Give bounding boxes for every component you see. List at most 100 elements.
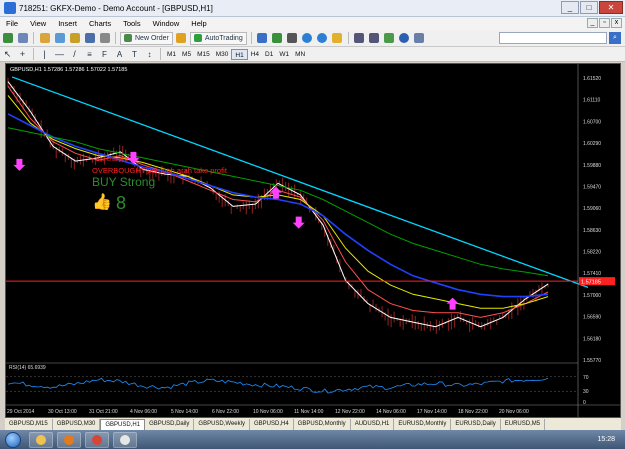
- time-tick-label: 4 Nov 06:00: [130, 409, 157, 415]
- navigator-icon[interactable]: [68, 32, 81, 45]
- annotation-buy-strong: BUY Strong: [92, 175, 155, 189]
- autotrading-button[interactable]: AutoTrading: [189, 31, 247, 45]
- browser-taskbar-icon[interactable]: [85, 431, 109, 448]
- indicators-icon[interactable]: [383, 32, 396, 45]
- menu-file[interactable]: File: [0, 19, 24, 28]
- timeframe-h4[interactable]: H4: [248, 49, 262, 60]
- horizontal-line-icon[interactable]: —: [53, 48, 66, 61]
- mdi-minimize-button[interactable]: _: [587, 18, 598, 28]
- tab-gbpusd-daily[interactable]: GBPUSD,Daily: [145, 418, 195, 430]
- menu-tools[interactable]: Tools: [117, 19, 147, 28]
- media-player-taskbar-icon[interactable]: [57, 431, 81, 448]
- fibonacci-icon[interactable]: F: [98, 48, 111, 61]
- auto-scroll-icon[interactable]: [353, 32, 366, 45]
- terminal-icon[interactable]: [83, 32, 96, 45]
- start-button-icon[interactable]: [5, 431, 21, 448]
- annotation-small: DLL Change 8: [96, 157, 128, 163]
- tab-gbpusd-monthly[interactable]: GBPUSD,Monthly: [293, 418, 351, 430]
- menu-insert[interactable]: Insert: [52, 19, 83, 28]
- search-icon[interactable]: ⌕: [609, 32, 621, 44]
- crosshair-icon[interactable]: +: [16, 48, 29, 61]
- menu-charts[interactable]: Charts: [83, 19, 117, 28]
- current-price-label: 1.57185: [581, 280, 601, 286]
- price-tick-label: 1.57000: [583, 293, 601, 299]
- periods-icon[interactable]: [398, 32, 411, 45]
- timeframe-w1[interactable]: W1: [276, 49, 292, 60]
- tab-gbpusd-m15[interactable]: GBPUSD,M15: [5, 418, 53, 430]
- rsi-tick-label: 70: [583, 375, 589, 381]
- arrows-icon[interactable]: ↕: [143, 48, 156, 61]
- time-tick-label: 18 Nov 22:00: [458, 409, 488, 415]
- tab-gbpusd-weekly[interactable]: GBPUSD,Weekly: [194, 418, 250, 430]
- time-tick-label: 6 Nov 22:00: [212, 409, 239, 415]
- drawing-toolbar: ↖ + | — / ≡ F A T ↕ M1 M5 M15 M30 H1 H4 …: [0, 47, 625, 62]
- data-window-icon[interactable]: [53, 32, 66, 45]
- price-tick-label: 1.60290: [583, 141, 601, 147]
- metatrader-taskbar-icon[interactable]: [113, 431, 137, 448]
- search-input[interactable]: [499, 32, 607, 44]
- maximize-button[interactable]: □: [580, 1, 598, 14]
- ma-yellow-line: [7, 95, 549, 309]
- timeframe-m1[interactable]: M1: [164, 49, 179, 60]
- zoom-out-icon[interactable]: [316, 32, 329, 45]
- timeframe-mn[interactable]: MN: [292, 49, 308, 60]
- price-chart[interactable]: 1.57185 1.61520 1.61110 1.60700 1.60290 1.598…: [6, 64, 620, 417]
- signal-arrow-icon: [292, 216, 305, 229]
- tab-gbpusd-h1[interactable]: GBPUSD,H1: [100, 418, 146, 430]
- annotation-overbought: OVERBOUGHT perubah arah take profit: [92, 166, 228, 175]
- chart-info-label: GBPUSD,H1 1.57286 1.57286 1.57022 1.5718…: [10, 67, 128, 73]
- mdi-close-button[interactable]: x: [611, 18, 622, 28]
- price-tick-label: 1.59880: [583, 163, 601, 169]
- time-tick-label: 10 Nov 06:00: [253, 409, 283, 415]
- text-label-icon[interactable]: T: [128, 48, 141, 61]
- rsi-tick-label: 30: [583, 389, 589, 395]
- price-tick-label: 1.56590: [583, 315, 601, 321]
- line-chart-icon[interactable]: [286, 32, 299, 45]
- zoom-in-icon[interactable]: [301, 32, 314, 45]
- timeframe-m15[interactable]: M15: [194, 49, 213, 60]
- tab-eurusd-daily[interactable]: EURUSD,Daily: [451, 418, 501, 430]
- text-icon[interactable]: A: [113, 48, 126, 61]
- timeframe-d1[interactable]: D1: [262, 49, 276, 60]
- time-tick-label: 11 Nov 14:00: [294, 409, 324, 415]
- mdi-restore-button[interactable]: ▫: [599, 18, 610, 28]
- profiles-icon[interactable]: [16, 32, 29, 45]
- chart-shift-icon[interactable]: [368, 32, 381, 45]
- menu-window[interactable]: Window: [147, 19, 186, 28]
- annotation-count: 8: [116, 193, 126, 213]
- price-tick-label: 1.60700: [583, 119, 601, 125]
- strategy-tester-icon[interactable]: [98, 32, 111, 45]
- price-tick-label: 1.58630: [583, 228, 601, 234]
- terminal-window: 718251: GKFX-Demo - Demo Account - [GBPU…: [0, 0, 625, 449]
- tab-eurusd-monthly[interactable]: EURUSD,Monthly: [394, 418, 452, 430]
- time-tick-label: 29 Oct 2014: [7, 409, 34, 415]
- signal-arrow-icon: [269, 186, 282, 199]
- templates-icon[interactable]: [413, 32, 426, 45]
- price-tick-label: 1.61110: [583, 98, 601, 104]
- menu-help[interactable]: Help: [185, 19, 212, 28]
- bar-chart-icon[interactable]: [256, 32, 269, 45]
- tab-gbpusd-m30[interactable]: GBPUSD,M30: [52, 418, 101, 430]
- tile-windows-icon[interactable]: [331, 32, 344, 45]
- new-chart-icon[interactable]: [1, 32, 14, 45]
- close-button[interactable]: ✕: [599, 1, 623, 14]
- new-order-button[interactable]: New Order: [120, 31, 173, 45]
- market-watch-icon[interactable]: [38, 32, 51, 45]
- chart-window[interactable]: 1.57185 1.61520 1.61110 1.60700 1.60290 1.598…: [5, 63, 621, 418]
- tab-eurusd-m5[interactable]: EURUSD,M5: [500, 418, 546, 430]
- trendline-icon[interactable]: /: [68, 48, 81, 61]
- tab-audusd-h1[interactable]: AUDUSD,H1: [350, 418, 395, 430]
- candlestick-icon[interactable]: [271, 32, 284, 45]
- equidistant-channel-icon[interactable]: ≡: [83, 48, 96, 61]
- timeframe-m30[interactable]: M30: [213, 49, 232, 60]
- timeframe-h1[interactable]: H1: [231, 48, 248, 60]
- explorer-taskbar-icon[interactable]: [29, 431, 53, 448]
- timeframe-m5[interactable]: M5: [179, 49, 194, 60]
- metaeditor-icon[interactable]: [175, 32, 188, 45]
- tab-gbpusd-h4[interactable]: GBPUSD,H4: [249, 418, 294, 430]
- menu-view[interactable]: View: [24, 19, 52, 28]
- price-tick-label: 1.57410: [583, 271, 601, 277]
- minimize-button[interactable]: _: [561, 1, 579, 14]
- vertical-line-icon[interactable]: |: [38, 48, 51, 61]
- cursor-icon[interactable]: ↖: [1, 48, 14, 61]
